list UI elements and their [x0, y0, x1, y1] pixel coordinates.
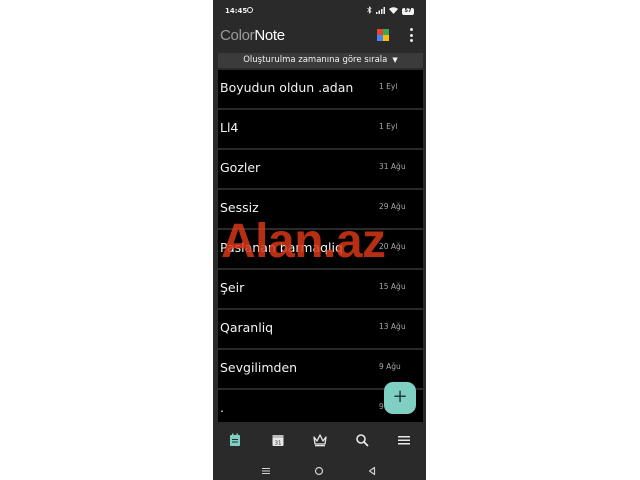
recent-apps-icon[interactable]: [260, 462, 272, 474]
wifi-icon: [389, 6, 398, 16]
note-item[interactable]: Sessiz 29 Ağu: [218, 190, 423, 228]
note-item[interactable]: Gozler 31 Ağu: [218, 150, 423, 188]
note-title: Gozler: [220, 160, 261, 175]
bottom-nav: 31: [213, 424, 426, 456]
signal-icon: [376, 6, 385, 16]
note-title: Sevgilimden: [220, 360, 298, 375]
note-date: 15 Ağu: [379, 282, 406, 291]
battery-icon: 57: [402, 7, 414, 15]
note-item[interactable]: Ll4 1 Eyl: [218, 110, 423, 148]
bluetooth-icon: [367, 6, 372, 16]
crown-icon[interactable]: [312, 432, 328, 448]
note-date: 9 Ağu: [379, 362, 401, 371]
note-title: .: [220, 400, 224, 415]
note-title: Qaranliq: [220, 320, 274, 335]
note-item[interactable]: Boyudun oldun .adan 1 Eyl: [218, 70, 423, 108]
note-list: Boyudun oldun .adan 1 Eyl Ll4 1 Eyl Gozl…: [218, 70, 423, 422]
note-item[interactable]: Qaranliq 13 Ağu: [218, 310, 423, 348]
note-title: Şeir: [220, 280, 245, 295]
status-bar: 14:45 57: [213, 0, 426, 22]
note-date: 1 Eyl: [379, 82, 398, 91]
status-time: 14:45: [225, 7, 248, 15]
app-title-note: Note: [254, 27, 285, 44]
status-icons: 57: [367, 6, 414, 16]
system-nav: [213, 456, 426, 480]
search-icon[interactable]: [354, 432, 370, 448]
note-title: Boyudun oldun .adan: [220, 80, 354, 95]
app-title-color: Color: [220, 27, 255, 44]
app-header: ColorNote: [213, 22, 426, 50]
note-date: 20 Ağu: [379, 242, 406, 251]
notes-icon[interactable]: [227, 432, 243, 448]
note-title: Sessiz: [220, 200, 259, 215]
calendar-icon[interactable]: 31: [270, 432, 286, 448]
note-date: 1 Eyl: [379, 122, 398, 131]
note-title: Ll4: [220, 120, 239, 135]
menu-icon[interactable]: [396, 432, 412, 448]
palette-icon[interactable]: [377, 29, 389, 41]
sort-label: Oluşturulma zamanına göre sırala: [243, 55, 388, 65]
app-title: ColorNote: [220, 27, 285, 44]
home-icon[interactable]: [313, 462, 325, 476]
note-title: Paslanan barmaqliq: [220, 240, 343, 255]
whatsapp-icon: [247, 7, 253, 13]
note-date: 13 Ağu: [379, 322, 406, 331]
svg-text:31: 31: [275, 441, 282, 447]
dropdown-arrow-icon: ▼: [392, 56, 398, 64]
note-item[interactable]: Şeir 15 Ağu: [218, 270, 423, 308]
back-icon[interactable]: [366, 462, 378, 476]
note-date: 31 Ağu: [379, 162, 406, 171]
note-date: 29 Ağu: [379, 202, 406, 211]
phone-screen: 14:45 57 ColorNote Oluşturulma zamanına …: [213, 0, 426, 480]
more-options-icon[interactable]: [405, 28, 417, 42]
note-item[interactable]: Paslanan barmaqliq 20 Ağu: [218, 230, 423, 268]
add-note-button[interactable]: +: [384, 382, 416, 414]
sort-selector[interactable]: Oluşturulma zamanına göre sırala ▼: [218, 53, 423, 68]
